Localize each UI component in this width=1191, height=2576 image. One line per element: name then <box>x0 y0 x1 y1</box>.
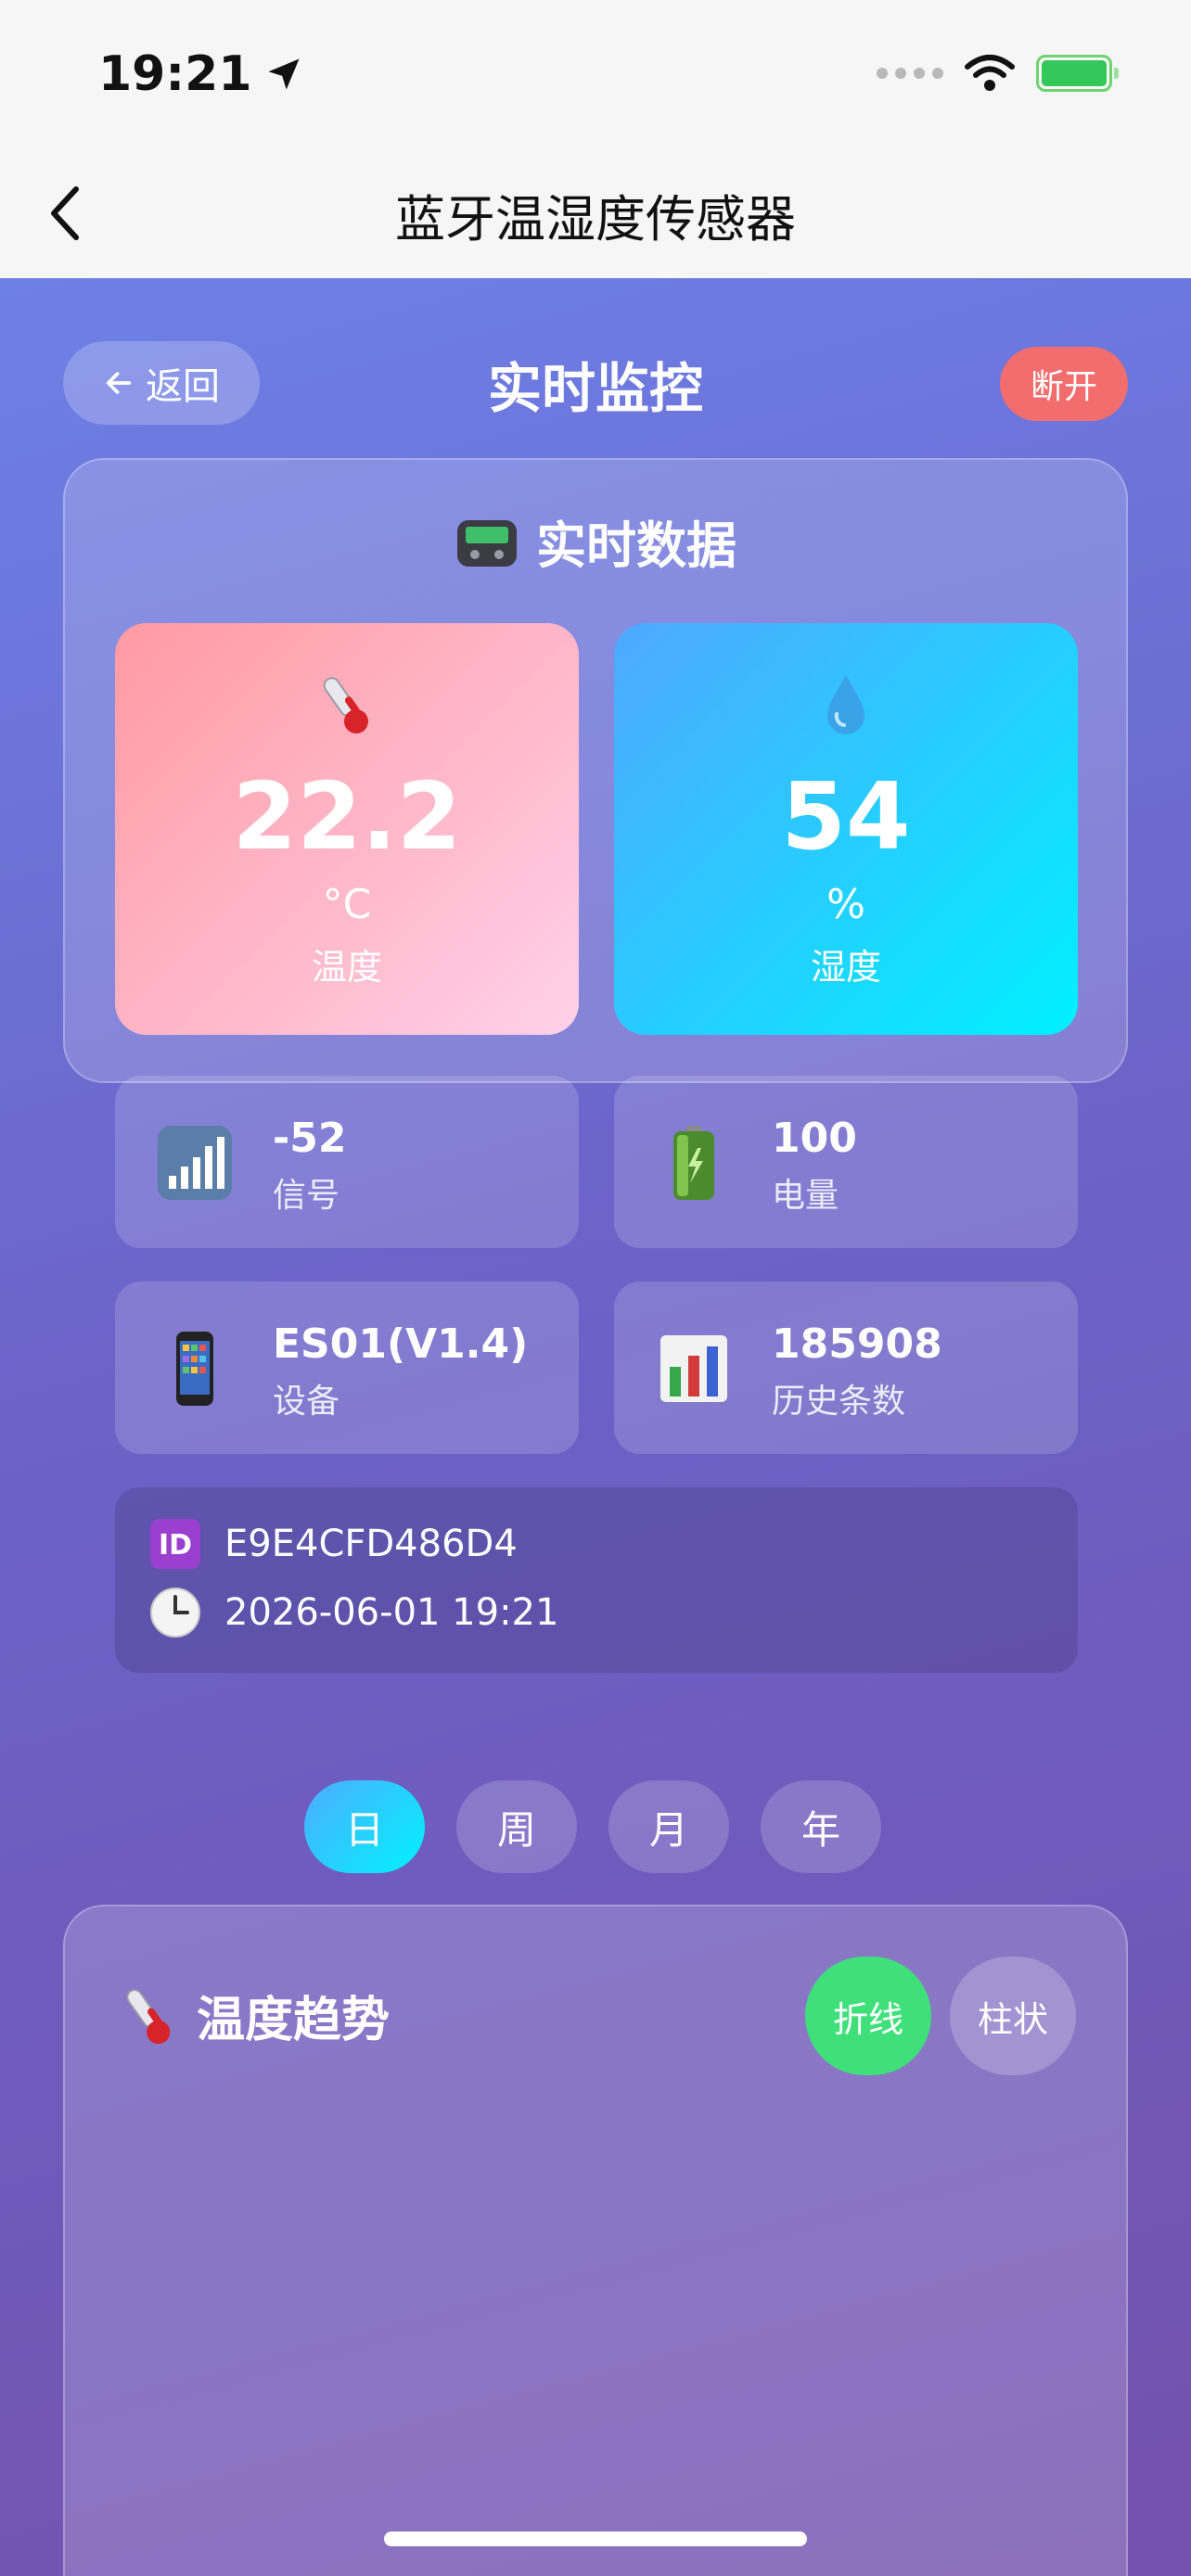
timestamp: 2026-06-01 19:21 <box>224 1591 559 1634</box>
device-info-box: ID E9E4CFD486D4 2026-06-01 19:21 <box>115 1487 1078 1673</box>
period-tabs: 日 周 月 年 <box>304 1780 881 1873</box>
main-content: 返回 实时监控 断开 实时数据 22.2 °C 温度 54 % 湿度 -52 信… <box>0 278 1191 2576</box>
location-arrow-icon <box>268 58 300 90</box>
temperature-value: 22.2 <box>232 762 462 871</box>
device-tile: ES01(V1.4) 设备 <box>115 1282 579 1454</box>
history-tile: 185908 历史条数 <box>614 1282 1078 1454</box>
svg-text:ID: ID <box>159 1529 192 1562</box>
id-badge-icon: ID <box>150 1519 200 1569</box>
cellular-signal-icon <box>877 68 943 79</box>
history-count-label: 历史条数 <box>772 1383 906 1421</box>
trend-card-header: 温度趋势 <box>117 1981 390 2050</box>
battery-charging-icon <box>1036 55 1119 92</box>
humidity-value: 54 <box>781 762 911 871</box>
timestamp-row: 2026-06-01 19:21 <box>148 1586 558 1639</box>
device-value: ES01(V1.4) <box>273 1320 529 1368</box>
device-label: 设备 <box>273 1383 340 1421</box>
temperature-unit: °C <box>322 881 372 928</box>
status-time-text: 19:21 <box>98 46 252 102</box>
humidity-tile: 54 % 湿度 <box>614 623 1078 1035</box>
bar-chart-icon <box>660 1335 727 1402</box>
temperature-tile: 22.2 °C 温度 <box>115 623 579 1035</box>
trend-chart-area <box>65 2111 1126 2576</box>
tab-month[interactable]: 月 <box>608 1780 729 1873</box>
thermometer-icon <box>126 1988 171 2044</box>
humidity-label: 湿度 <box>810 947 881 988</box>
device-id: E9E4CFD486D4 <box>224 1523 518 1565</box>
clock-icon <box>150 1588 200 1638</box>
history-count-value: 185908 <box>772 1320 942 1368</box>
battery-tile: 100 电量 <box>614 1076 1078 1248</box>
tab-day[interactable]: 日 <box>304 1780 425 1873</box>
tab-year[interactable]: 年 <box>761 1780 881 1873</box>
status-indicators <box>877 54 1119 93</box>
realtime-card-title: 实时数据 <box>536 516 736 575</box>
status-bar: 19:21 <box>0 0 1191 139</box>
temperature-label: 温度 <box>311 947 382 988</box>
trend-title: 温度趋势 <box>197 1993 391 2048</box>
battery-icon <box>673 1126 714 1200</box>
mobile-phone-icon <box>176 1332 213 1406</box>
battery-label: 电量 <box>772 1177 839 1215</box>
droplet-icon <box>827 675 864 734</box>
signal-strength-icon <box>158 1126 232 1200</box>
device-id-row: ID E9E4CFD486D4 <box>148 1517 518 1571</box>
signal-tile: -52 信号 <box>115 1076 579 1248</box>
status-time: 19:21 <box>98 46 304 102</box>
disconnect-button[interactable]: 断开 <box>1000 347 1128 421</box>
pager-icon <box>457 519 517 567</box>
nav-title: 蓝牙温湿度传感器 <box>395 190 796 249</box>
signal-label: 信号 <box>273 1177 340 1215</box>
battery-value: 100 <box>772 1115 857 1162</box>
line-chart-toggle[interactable]: 折线 <box>805 1957 931 2075</box>
realtime-data-card: 实时数据 22.2 °C 温度 54 % 湿度 -52 信号 100 电量 ES… <box>63 458 1128 1673</box>
realtime-card-header: 实时数据 <box>65 504 1126 578</box>
home-indicator <box>384 2531 807 2546</box>
tab-week[interactable]: 周 <box>456 1780 577 1873</box>
navigation-bar: 蓝牙温湿度传感器 <box>0 139 1191 278</box>
temperature-trend-card: 温度趋势 折线 柱状 <box>63 1905 1128 2576</box>
signal-value: -52 <box>273 1115 347 1162</box>
thermometer-icon <box>323 677 368 733</box>
bar-chart-toggle[interactable]: 柱状 <box>950 1957 1076 2075</box>
humidity-unit: % <box>826 881 865 928</box>
wifi-icon <box>965 55 1015 91</box>
